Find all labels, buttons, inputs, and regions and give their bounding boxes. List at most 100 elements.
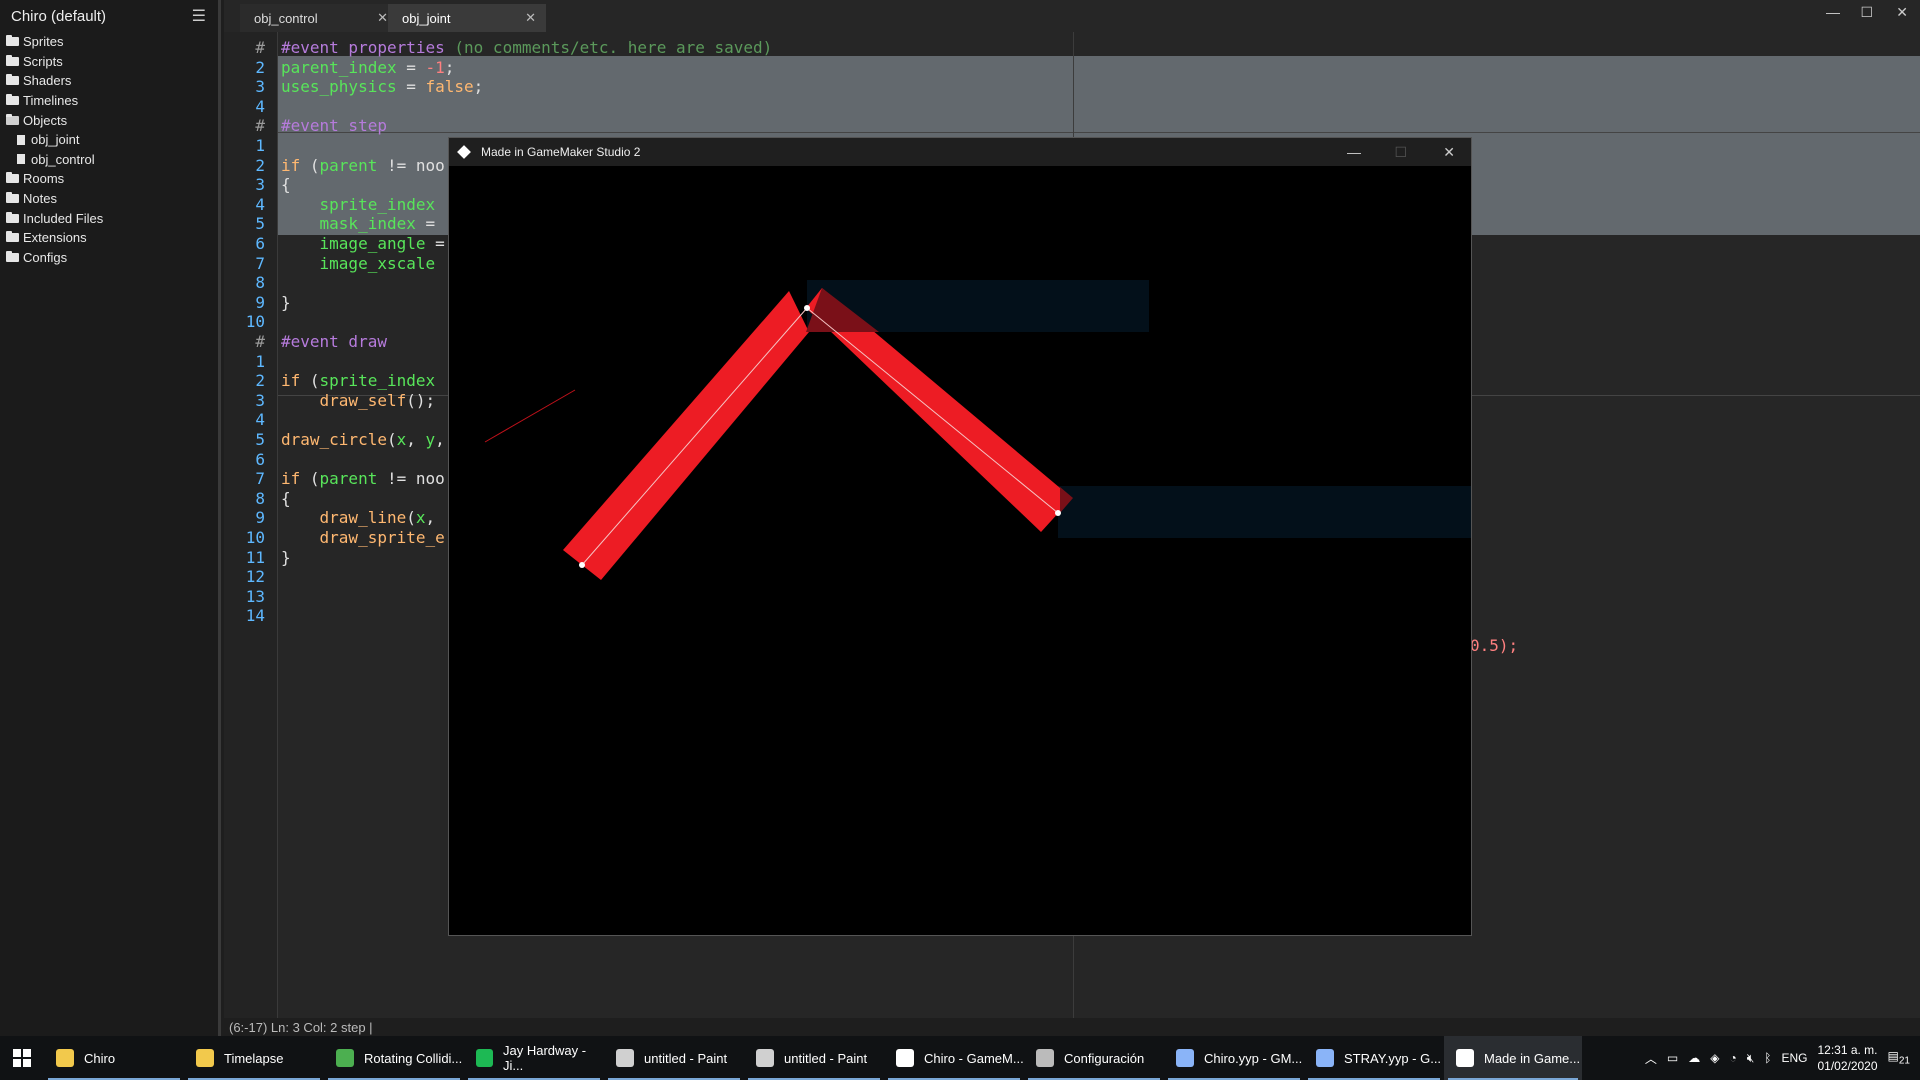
tree-item-rooms[interactable]: Rooms bbox=[0, 169, 218, 189]
status-text: (6:-17) Ln: 3 Col: 2 step | bbox=[229, 1019, 373, 1035]
tree-item-included-files[interactable]: Included Files bbox=[0, 208, 218, 228]
joint-point bbox=[1055, 510, 1061, 516]
taskbar-item[interactable]: Chiro bbox=[44, 1036, 184, 1080]
tray-chevron-icon[interactable]: ︿ bbox=[1645, 1050, 1657, 1067]
close-tab-icon[interactable]: ✕ bbox=[525, 10, 536, 26]
tree-item-scripts[interactable]: Scripts bbox=[0, 52, 218, 72]
game-window[interactable]: Made in GameMaker Studio 2 — ☐ ✕ bbox=[448, 137, 1472, 936]
tree-item-obj-control[interactable]: obj_control bbox=[0, 150, 218, 170]
maximize-icon[interactable]: ☐ bbox=[1860, 4, 1873, 21]
game-canvas[interactable] bbox=[449, 166, 1471, 935]
notification-count: 21 bbox=[1898, 1055, 1910, 1067]
folder-icon bbox=[6, 35, 19, 47]
taskbar-item-label: Rotating Collidi... bbox=[364, 1050, 463, 1066]
code-line: image_xscale bbox=[319, 253, 436, 273]
language-indicator[interactable]: ENG bbox=[1781, 1051, 1807, 1065]
code-fragment: 0.5); bbox=[1470, 636, 1518, 655]
tree-item-notes[interactable]: Notes bbox=[0, 189, 218, 209]
folder-open-icon bbox=[6, 113, 19, 125]
tree-item-timelines[interactable]: Timelines bbox=[0, 91, 218, 111]
line-number: 5 bbox=[255, 430, 265, 449]
line-number: 2 bbox=[255, 155, 265, 175]
taskbar-item-label: Made in Game... bbox=[1484, 1050, 1581, 1066]
tree-item-objects[interactable]: Objects bbox=[0, 110, 218, 130]
line-number: 2 bbox=[255, 371, 265, 391]
game-window-titlebar[interactable]: Made in GameMaker Studio 2 — ☐ ✕ bbox=[449, 138, 1471, 166]
taskbar-item-label: Jay Hardway - Ji... bbox=[503, 1043, 587, 1073]
line-number: 10 bbox=[245, 528, 265, 547]
minimize-icon[interactable]: — bbox=[1826, 4, 1840, 20]
taskbar-item[interactable]: Rotating Collidi... bbox=[324, 1036, 464, 1080]
code-line: uses_physics = false; bbox=[281, 77, 484, 97]
minimize-icon[interactable]: — bbox=[1347, 144, 1361, 160]
hamburger-menu-icon[interactable]: ☰ bbox=[192, 6, 206, 26]
taskbar-item[interactable]: Timelapse bbox=[184, 1036, 324, 1080]
folder-icon bbox=[6, 172, 19, 184]
line-number: 10 bbox=[245, 312, 265, 332]
tree-item-obj-joint[interactable]: obj_joint bbox=[0, 130, 218, 150]
tab-label: obj_control bbox=[254, 10, 318, 26]
tab-obj-joint[interactable]: obj_joint ✕ bbox=[388, 4, 546, 32]
tree-item-label: Timelines bbox=[23, 93, 79, 109]
volume-muted-icon[interactable]: 🔇︎ bbox=[1747, 1051, 1755, 1066]
line-number: 6 bbox=[255, 449, 265, 469]
taskbar-item[interactable]: STRAY.yyp - G... bbox=[1304, 1036, 1444, 1080]
line-number: 7 bbox=[255, 469, 265, 489]
project-title: Chiro (default) bbox=[11, 7, 107, 25]
close-tab-icon[interactable]: ✕ bbox=[377, 10, 388, 26]
code-line: parent_index = -1; bbox=[281, 57, 455, 77]
tab-obj-control[interactable]: obj_control ✕ bbox=[240, 4, 398, 32]
code-line: draw_sprite_e bbox=[319, 528, 445, 547]
selection-highlight bbox=[278, 56, 1920, 131]
app-icon bbox=[196, 1049, 214, 1067]
tree-item-label: Shaders bbox=[23, 73, 72, 89]
sidebar-header: Chiro (default) ☰ bbox=[0, 0, 218, 32]
dropbox-icon[interactable]: ◈ bbox=[1710, 1051, 1719, 1065]
taskbar-item[interactable]: Made in Game... bbox=[1444, 1036, 1582, 1080]
taskbar-item[interactable]: Configuración bbox=[1024, 1036, 1164, 1080]
line-number: 8 bbox=[255, 488, 265, 508]
folder-icon bbox=[6, 94, 19, 106]
tree-item-configs[interactable]: Configs bbox=[0, 248, 218, 268]
battery-icon[interactable]: ▭ bbox=[1667, 1051, 1678, 1065]
folder-icon bbox=[6, 74, 19, 86]
code-line: image_angle = bbox=[319, 234, 445, 253]
code-line: #event draw bbox=[281, 332, 387, 351]
tree-item-shaders[interactable]: Shaders bbox=[0, 71, 218, 91]
app-icon bbox=[476, 1049, 493, 1067]
line-number: 9 bbox=[255, 292, 265, 312]
line-number: 5 bbox=[255, 214, 265, 234]
taskbar-item[interactable]: Jay Hardway - Ji... bbox=[464, 1036, 604, 1080]
network-icon[interactable]: ◔ bbox=[1729, 1051, 1736, 1065]
tree-item-extensions[interactable]: Extensions bbox=[0, 228, 218, 248]
app-icon bbox=[1036, 1049, 1054, 1067]
line-number: 1 bbox=[255, 351, 265, 371]
folder-icon bbox=[6, 54, 19, 66]
bluetooth-icon[interactable]: ᛒ bbox=[1764, 1051, 1771, 1065]
sprite-shadow-box bbox=[1058, 486, 1471, 538]
tree-item-sprites[interactable]: Sprites bbox=[0, 32, 218, 52]
taskbar-item-label: Chiro bbox=[84, 1050, 116, 1066]
taskbar-item[interactable]: untitled - Paint bbox=[744, 1036, 884, 1080]
tree-item-label: Scripts bbox=[23, 53, 63, 69]
clock[interactable]: 12:31 a. m. 01/02/2020 bbox=[1817, 1042, 1877, 1074]
taskbar-item-label: Timelapse bbox=[224, 1050, 284, 1066]
line-number: 3 bbox=[255, 175, 265, 195]
taskbar-item-label: Chiro - GameM... bbox=[924, 1050, 1024, 1066]
line-number: 4 bbox=[255, 96, 265, 116]
close-window-icon[interactable]: ✕ bbox=[1896, 4, 1908, 21]
app-icon bbox=[616, 1049, 634, 1067]
notification-center-icon[interactable]: ▤21 bbox=[1888, 1049, 1910, 1066]
cloud-icon[interactable]: ☁ bbox=[1688, 1051, 1700, 1065]
taskbar-item-label: STRAY.yyp - G... bbox=[1344, 1050, 1442, 1066]
app-icon bbox=[1316, 1049, 1334, 1067]
game-window-title: Made in GameMaker Studio 2 bbox=[481, 145, 641, 159]
editor-tab-bar: obj_control ✕ obj_joint ✕ — ☐ ✕ bbox=[224, 0, 1920, 32]
taskbar-item-label: Configuración bbox=[1064, 1050, 1145, 1066]
code-line: { bbox=[281, 175, 291, 195]
close-window-icon[interactable]: ✕ bbox=[1443, 144, 1455, 161]
windows-start-icon[interactable] bbox=[0, 1049, 44, 1067]
taskbar-item[interactable]: Chiro.yyp - GM... bbox=[1164, 1036, 1304, 1080]
taskbar-item[interactable]: Chiro - GameM... bbox=[884, 1036, 1024, 1080]
taskbar-item[interactable]: untitled - Paint bbox=[604, 1036, 744, 1080]
